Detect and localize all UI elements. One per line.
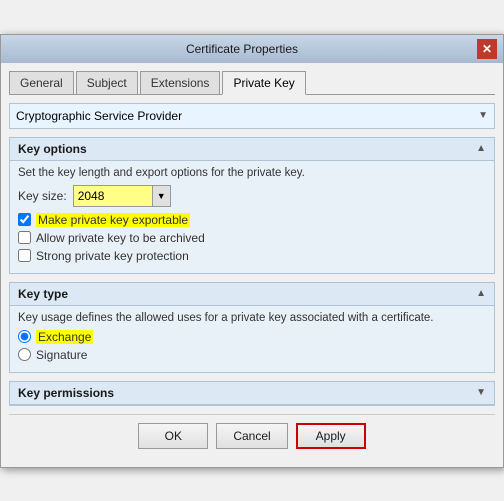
key-type-header[interactable]: Key type ▲ [10,283,494,306]
key-size-dropdown-arrow[interactable]: ▼ [153,185,171,207]
checkbox-exportable[interactable] [18,213,31,226]
key-permissions-arrow: ▼ [476,387,486,398]
radio-signature[interactable] [18,348,31,361]
ok-button[interactable]: OK [138,423,208,449]
csp-dropdown[interactable]: Cryptographic Service Provider ▼ [9,103,495,129]
key-permissions-header[interactable]: Key permissions ▼ [10,382,494,405]
tab-general[interactable]: General [9,71,74,94]
tab-private-key[interactable]: Private Key [222,71,305,95]
key-type-description: Key usage defines the allowed uses for a… [18,312,486,324]
key-permissions-title: Key permissions [18,386,114,400]
checkbox-exportable-row: Make private key exportable [18,213,486,227]
key-type-body: Key usage defines the allowed uses for a… [10,306,494,372]
checkbox-archived-label: Allow private key to be archived [36,231,205,245]
key-options-title: Key options [18,142,87,156]
key-type-title: Key type [18,287,68,301]
checkbox-archived-row: Allow private key to be archived [18,231,486,245]
tab-subject[interactable]: Subject [76,71,138,94]
button-bar: OK Cancel Apply [9,414,495,459]
checkbox-archived[interactable] [18,231,31,244]
key-size-wrapper: ▼ [73,185,171,207]
key-size-row: Key size: ▼ [18,185,486,207]
key-permissions-section: Key permissions ▼ [9,381,495,406]
radio-exchange-row: Exchange [18,330,486,344]
tab-bar: General Subject Extensions Private Key [9,71,495,95]
key-options-section: Key options ▲ Set the key length and exp… [9,137,495,274]
key-type-section: Key type ▲ Key usage defines the allowed… [9,282,495,373]
key-size-input[interactable] [73,185,153,207]
key-options-header[interactable]: Key options ▲ [10,138,494,161]
close-button[interactable]: ✕ [477,39,497,59]
certificate-properties-window: Certificate Properties ✕ General Subject… [0,34,504,468]
apply-button[interactable]: Apply [296,423,366,449]
title-bar: Certificate Properties ✕ [1,35,503,63]
key-options-description: Set the key length and export options fo… [18,167,486,179]
radio-signature-row: Signature [18,348,486,362]
key-options-body: Set the key length and export options fo… [10,161,494,273]
window-title: Certificate Properties [7,42,477,56]
radio-exchange[interactable] [18,330,31,343]
checkbox-protection-row: Strong private key protection [18,249,486,263]
radio-signature-label: Signature [36,348,87,362]
window-content: General Subject Extensions Private Key C… [1,63,503,467]
csp-label: Cryptographic Service Provider [16,109,182,123]
cancel-button[interactable]: Cancel [216,423,287,449]
key-type-arrow: ▲ [476,288,486,299]
checkbox-protection-label: Strong private key protection [36,249,189,263]
checkbox-protection[interactable] [18,249,31,262]
checkbox-exportable-label: Make private key exportable [36,213,190,227]
tab-extensions[interactable]: Extensions [140,71,221,94]
key-size-label: Key size: [18,189,67,203]
key-options-arrow: ▲ [476,143,486,154]
csp-dropdown-arrow: ▼ [478,110,488,121]
radio-exchange-label: Exchange [36,330,93,344]
